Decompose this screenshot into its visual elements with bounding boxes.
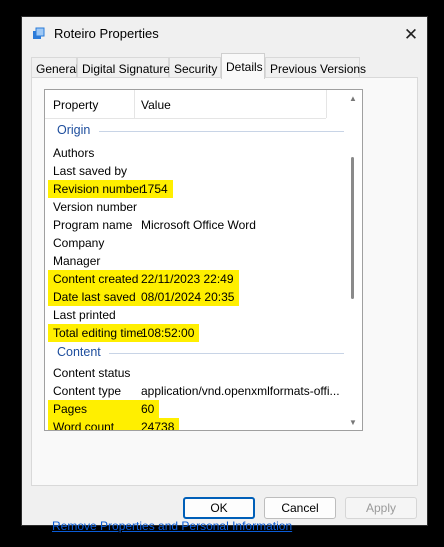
property-name: Program name <box>53 218 133 232</box>
property-name: Last saved by <box>53 164 128 178</box>
property-value: Microsoft Office Word <box>141 218 256 232</box>
property-row[interactable]: Version number <box>45 198 345 216</box>
property-name: Word count <box>53 420 115 431</box>
property-name: Manager <box>53 254 101 268</box>
property-name: Last printed <box>53 308 116 322</box>
details-panel: Property Value Origin Authors Last saved … <box>31 77 418 533</box>
column-value[interactable]: Value <box>141 98 171 112</box>
scroll-up-icon[interactable]: ▲ <box>349 94 357 103</box>
property-value: 1754 <box>141 182 168 196</box>
property-name: Content created <box>53 272 139 286</box>
tab-details[interactable]: Details <box>221 53 265 79</box>
close-icon[interactable]: ✕ <box>397 21 425 49</box>
property-value: 08/01/2024 20:35 <box>141 290 235 304</box>
properties-dialog: Roteiro Properties ✕ General Digital Sig… <box>21 16 428 533</box>
property-name: Content status <box>53 366 131 380</box>
tab-security[interactable]: Security <box>169 57 221 77</box>
property-row[interactable]: Word count 24738 <box>45 418 345 431</box>
property-value: 24738 <box>141 420 175 431</box>
property-row[interactable]: Total editing time 108:52:00 <box>45 324 345 342</box>
property-name: Date last saved <box>53 290 136 304</box>
property-name: Content type <box>53 384 122 398</box>
apply-button[interactable]: Apply <box>345 497 417 519</box>
property-row[interactable]: Pages 60 <box>45 400 345 418</box>
property-value: application/vnd.openxmlformats-offi... <box>141 384 340 398</box>
column-divider[interactable] <box>326 90 327 118</box>
property-value: 60 <box>141 402 155 416</box>
group-origin-label: Origin <box>57 123 91 137</box>
property-value: 22/11/2023 22:49 <box>141 272 234 286</box>
property-row[interactable]: Company <box>45 234 345 252</box>
column-property[interactable]: Property <box>53 98 98 112</box>
group-divider <box>99 131 344 132</box>
property-name: Version number <box>53 200 138 214</box>
properties-list[interactable]: Property Value Origin Authors Last saved … <box>44 89 363 431</box>
property-name: Company <box>53 236 105 250</box>
scroll-down-icon[interactable]: ▼ <box>349 418 357 427</box>
property-value: 108:52:00 <box>141 326 195 340</box>
title-bar: Roteiro Properties ✕ <box>22 17 427 53</box>
property-name: Total editing time <box>53 326 144 340</box>
vertical-scrollbar[interactable]: ▲ ▼ <box>344 90 362 430</box>
tab-general[interactable]: General <box>31 57 79 77</box>
column-divider[interactable] <box>134 90 135 118</box>
scrollbar-thumb[interactable] <box>351 157 354 299</box>
property-row[interactable]: Content created 22/11/2023 22:49 <box>45 270 345 288</box>
property-row[interactable]: Program name Microsoft Office Word <box>45 216 345 234</box>
property-name: Pages <box>53 402 88 416</box>
column-header: Property Value <box>45 90 327 119</box>
property-name: Revision number <box>53 182 144 196</box>
remove-properties-link[interactable]: Remove Properties and Personal Informati… <box>52 519 292 533</box>
property-row[interactable]: Authors <box>45 144 345 162</box>
group-divider <box>109 353 344 354</box>
property-row[interactable]: Last printed <box>45 306 345 324</box>
group-content-label: Content <box>57 345 101 359</box>
ok-button[interactable]: OK <box>183 497 255 519</box>
tab-previous-versions[interactable]: Previous Versions <box>265 57 366 77</box>
tab-digital-signatures[interactable]: Digital Signatures <box>77 57 176 77</box>
window-title: Roteiro Properties <box>54 26 159 41</box>
document-icon <box>33 27 45 39</box>
cancel-button[interactable]: Cancel <box>264 497 336 519</box>
property-row[interactable]: Date last saved 08/01/2024 20:35 <box>45 288 345 306</box>
property-row[interactable]: Content status <box>45 364 345 382</box>
property-row[interactable]: Revision number 1754 <box>45 180 345 198</box>
property-row[interactable]: Manager <box>45 252 345 270</box>
property-row[interactable]: Last saved by <box>45 162 345 180</box>
property-row[interactable]: Content type application/vnd.openxmlforma… <box>45 382 345 400</box>
property-name: Authors <box>53 146 95 160</box>
